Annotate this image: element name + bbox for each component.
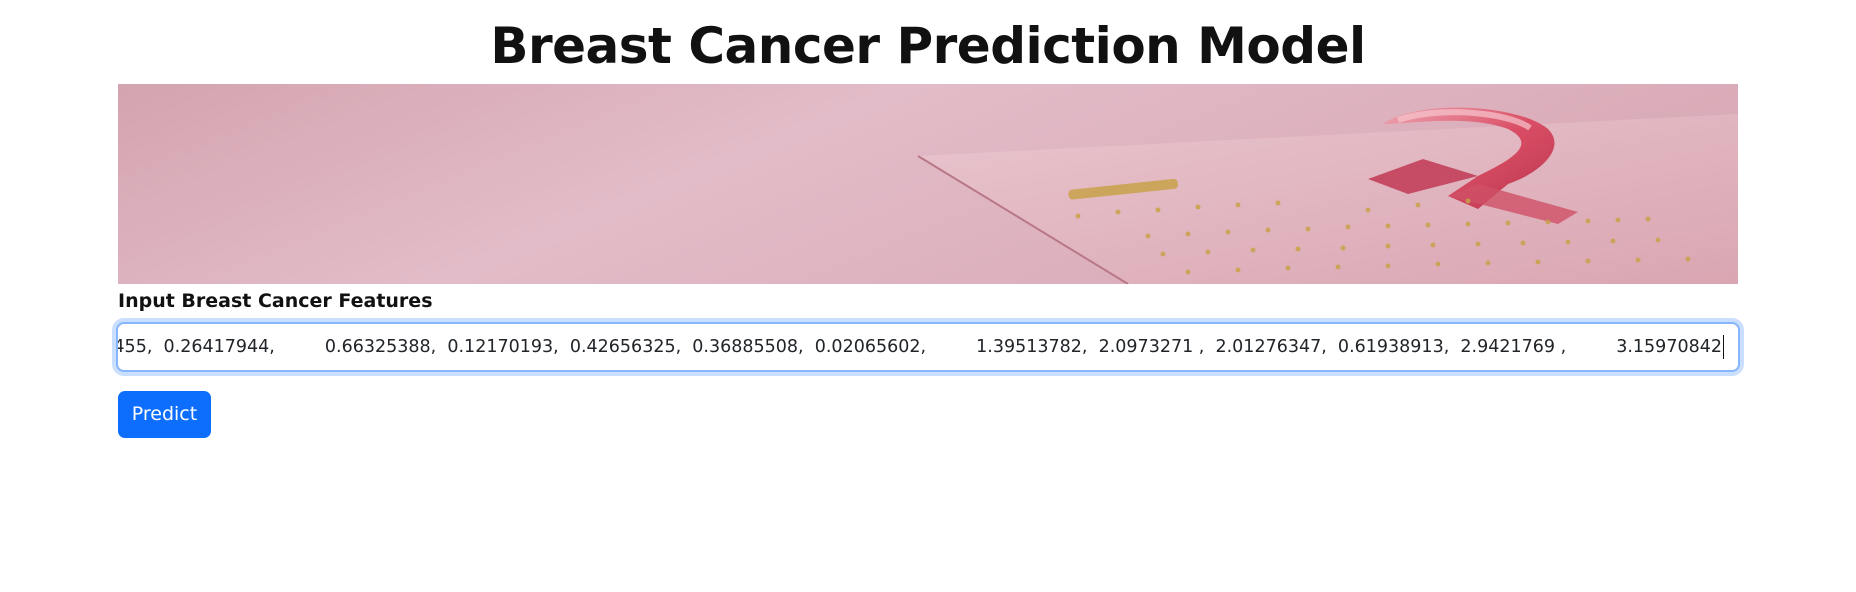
page: Breast Cancer Prediction Model Input Bre… [0, 0, 1856, 592]
features-input[interactable]: 23125455, 0.26417944, 0.66325388, 0.1217… [116, 322, 1740, 372]
text-caret [1723, 335, 1724, 359]
banner-image [118, 84, 1738, 284]
features-label: Input Breast Cancer Features [118, 290, 433, 312]
predict-button[interactable]: Predict [118, 391, 211, 438]
page-title: Breast Cancer Prediction Model [490, 17, 1366, 75]
features-input-value: 23125455, 0.26417944, 0.66325388, 0.1217… [116, 335, 1724, 359]
